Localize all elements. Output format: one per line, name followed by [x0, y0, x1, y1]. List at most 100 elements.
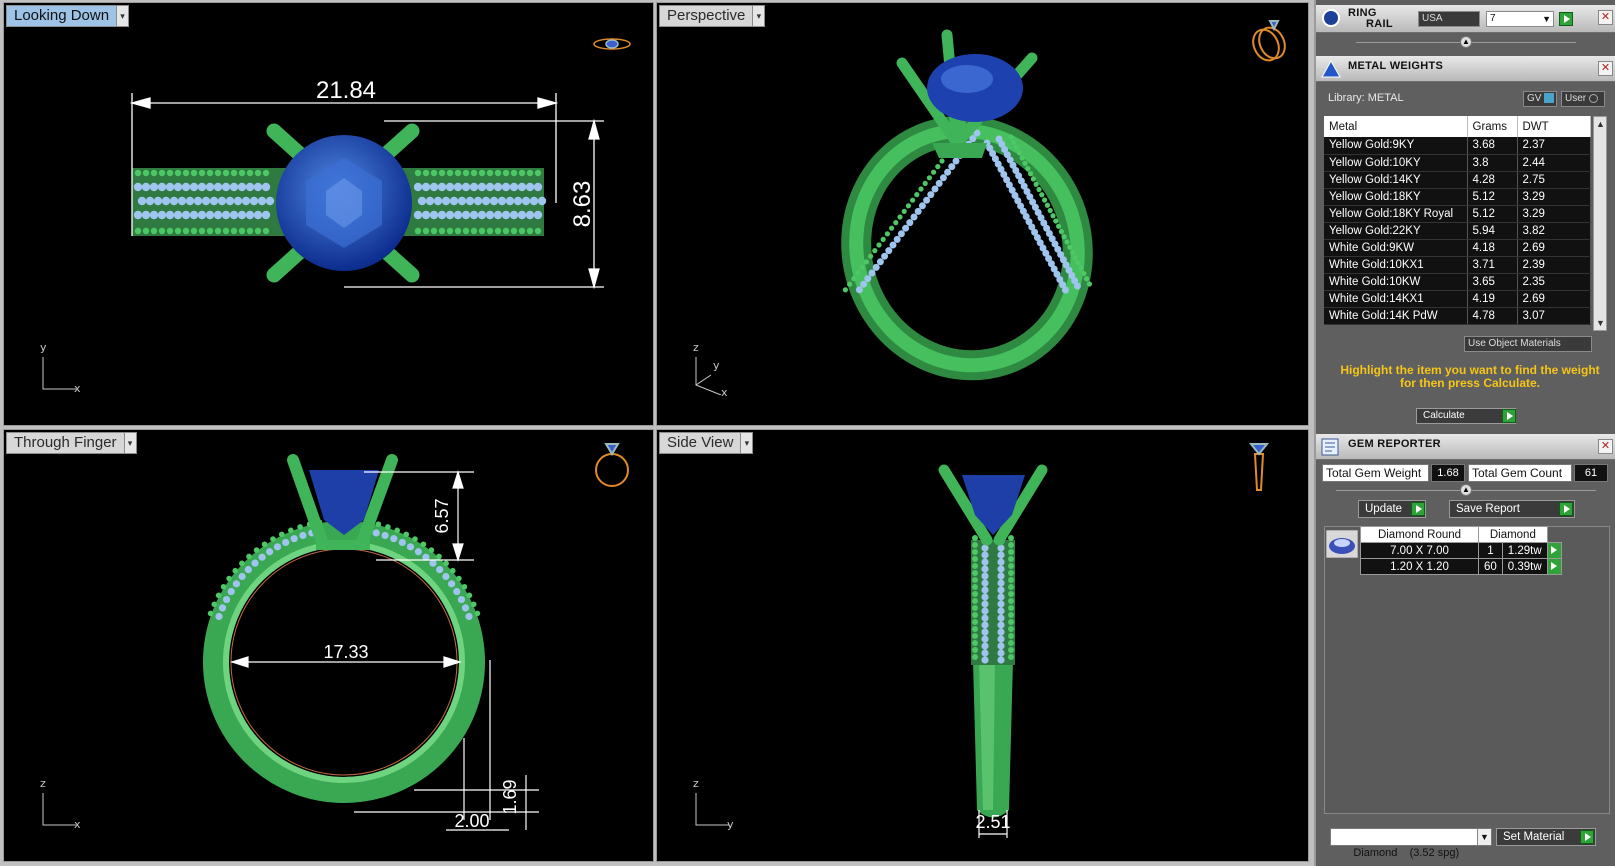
viewport-title-bar[interactable]: Perspective ▾ [659, 5, 766, 27]
gem-cell: 7.00 X 7.00 [1360, 542, 1479, 559]
table-row[interactable]: White Gold:10KX1 3.71 2.39 [1324, 256, 1591, 274]
table-row[interactable]: White Gold:14KX1 4.19 2.69 [1324, 290, 1591, 308]
gem-cell: 1 [1478, 542, 1503, 559]
column-header[interactable]: DWT [1517, 116, 1591, 137]
dim-height: 8.63 [569, 181, 596, 228]
ring-rail-header: RING RAIL USA 7 ▼ ✕ [1316, 5, 1615, 33]
chevron-down-icon[interactable]: ▾ [752, 6, 765, 26]
chevron-down-icon[interactable]: ▼ [1477, 829, 1491, 845]
table-row[interactable]: White Gold:9KW 4.18 2.69 [1324, 239, 1591, 257]
gem-row[interactable]: 1.20 X 1.20 60 0.39tw [1360, 558, 1562, 575]
viewport-perspective[interactable]: Perspective ▾ z y x [656, 2, 1309, 426]
table-row[interactable]: Yellow Gold:14KY 4.28 2.75 [1324, 171, 1591, 189]
country-select[interactable]: USA [1418, 11, 1480, 27]
chevron-down-icon[interactable]: ▼ [1542, 12, 1551, 26]
dim-side-width: 2.51 [975, 812, 1010, 832]
table-row[interactable]: White Gold:14K PdW 4.78 3.07 [1324, 307, 1591, 325]
metal-weights-header: METAL WEIGHTS ✕ [1316, 56, 1615, 82]
table-row[interactable]: Yellow Gold:18KY 5.12 3.29 [1324, 188, 1591, 206]
viewport-title-bar[interactable]: Through Finger ▾ [6, 432, 137, 454]
gem-row-go-icon[interactable] [1546, 542, 1562, 559]
table-cell: 3.29 [1517, 205, 1591, 223]
gem-row[interactable]: 7.00 X 7.00 1 1.29tw [1360, 542, 1562, 559]
viewport-title: Side View [667, 434, 734, 451]
viewport-side-view[interactable]: 2.51 Side View ▾ z y [656, 429, 1309, 862]
table-cell: Yellow Gold:9KY [1324, 137, 1468, 155]
library-label: Library: METAL [1328, 92, 1404, 104]
use-object-materials-toggle[interactable]: Use Object Materials [1464, 336, 1592, 352]
table-row[interactable]: Yellow Gold:10KY 3.8 2.44 [1324, 154, 1591, 172]
table-row[interactable]: Yellow Gold:18KY Royal 5.12 3.29 [1324, 205, 1591, 223]
table-row[interactable]: White Gold:10KW 3.65 2.35 [1324, 273, 1591, 291]
view-ring-icon [1248, 443, 1270, 491]
ring-side-view: 2.51 [938, 443, 1270, 838]
ring-rail-go-button[interactable] [1559, 12, 1573, 26]
set-material-go-icon[interactable] [1580, 830, 1594, 844]
view-ring-icon [593, 38, 631, 50]
close-icon[interactable]: ✕ [1598, 10, 1613, 25]
collapse-icon[interactable]: ▲ [1460, 484, 1472, 496]
gem-type-header: Diamond [1478, 526, 1548, 543]
scroll-down-icon[interactable]: ▼ [1596, 318, 1605, 328]
user-toggle[interactable]: User [1561, 91, 1605, 107]
table-scrollbar[interactable]: ▲ ▼ [1593, 116, 1607, 331]
table-cell: 2.75 [1517, 171, 1591, 189]
ring-size-select[interactable]: 7 ▼ [1486, 11, 1554, 27]
viewport-through-finger[interactable]: 6.57 17.33 1.69 2.00 Through Finger ▾ z … [3, 429, 654, 862]
table-cell: 5.94 [1467, 222, 1518, 240]
gem-report-table: Diamond Round Diamond 7.00 X 7.00 1 1.29tw… [1360, 526, 1562, 575]
material-select[interactable]: Diamond (3.52 spg) ▼ [1330, 828, 1492, 859]
gem-row-go-icon[interactable] [1546, 558, 1562, 575]
dim-width: 21.84 [316, 77, 376, 104]
close-icon[interactable]: ✕ [1598, 439, 1613, 454]
table-cell: 2.69 [1517, 290, 1591, 308]
gem-reporter-icon [1321, 438, 1339, 456]
table-cell: 2.37 [1517, 137, 1591, 155]
instruction-text: Highlight the item you want to find the … [1340, 363, 1600, 390]
metal-weights-table: Metal Grams DWT Yellow Gold:9KY 3.68 2.37 Y… [1324, 116, 1591, 325]
ring-top-view: 21.84 8.63 [129, 38, 631, 290]
ring-rail-icon [1322, 9, 1340, 27]
table-cell: 3.29 [1517, 188, 1591, 206]
chevron-down-icon[interactable]: ▾ [123, 433, 136, 453]
table-cell: 3.68 [1467, 137, 1518, 155]
table-cell: Yellow Gold:22KY [1324, 222, 1468, 240]
gem-reporter-title: GEM REPORTER [1348, 438, 1441, 450]
table-cell: 2.69 [1517, 239, 1591, 257]
save-report-go-icon[interactable] [1559, 502, 1573, 516]
axis-indicator: y x [40, 341, 81, 395]
viewport-looking-down[interactable]: 21.84 8.63 Looking Down ▾ y x [3, 2, 654, 426]
diamond-round-icon [1326, 530, 1358, 558]
table-row[interactable]: Yellow Gold:22KY 5.94 3.82 [1324, 222, 1591, 240]
table-cell: White Gold:10KX1 [1324, 256, 1468, 274]
viewport-title-bar[interactable]: Looking Down ▾ [6, 5, 130, 27]
gv-toggle[interactable]: GV [1523, 91, 1557, 107]
chevron-down-icon[interactable]: ▾ [740, 433, 753, 453]
column-header[interactable]: Metal [1324, 116, 1468, 137]
side-panel: RING RAIL USA 7 ▼ ✕ ▲ METAL WEIGHTS ✕ Lib… [1314, 0, 1615, 866]
table-cell: 4.18 [1467, 239, 1518, 257]
scroll-up-icon[interactable]: ▲ [1596, 119, 1605, 129]
table-row[interactable]: Yellow Gold:9KY 3.68 2.37 [1324, 137, 1591, 155]
collapse-icon[interactable]: ▲ [1460, 36, 1472, 48]
table-cell: White Gold:14K PdW [1324, 307, 1468, 325]
save-report-button[interactable]: Save Report [1449, 500, 1575, 518]
table-cell: Yellow Gold:18KY Royal [1324, 205, 1468, 223]
viewport-title-bar[interactable]: Side View ▾ [659, 432, 754, 454]
chevron-down-icon[interactable]: ▾ [116, 6, 129, 26]
dim-shank-width: 2.00 [454, 811, 489, 831]
table-cell: Yellow Gold:10KY [1324, 154, 1468, 172]
column-header[interactable]: Grams [1467, 116, 1518, 137]
gem-reporter-header: GEM REPORTER ✕ [1316, 434, 1615, 460]
table-cell: Yellow Gold:18KY [1324, 188, 1468, 206]
total-gem-count-value: 61 [1574, 464, 1608, 482]
table-cell: Yellow Gold:14KY [1324, 171, 1468, 189]
calculate-button[interactable]: Calculate [1416, 408, 1516, 424]
update-go-icon[interactable] [1411, 502, 1425, 516]
table-cell: 3.82 [1517, 222, 1591, 240]
calculate-go-icon[interactable] [1502, 409, 1516, 423]
gem-cell: 60 [1478, 558, 1503, 575]
application-window: 21.84 8.63 Looking Down ▾ y x Perspectiv… [0, 0, 1615, 866]
close-icon[interactable]: ✕ [1598, 61, 1613, 76]
total-gem-weight-label: Total Gem Weight [1322, 464, 1429, 482]
